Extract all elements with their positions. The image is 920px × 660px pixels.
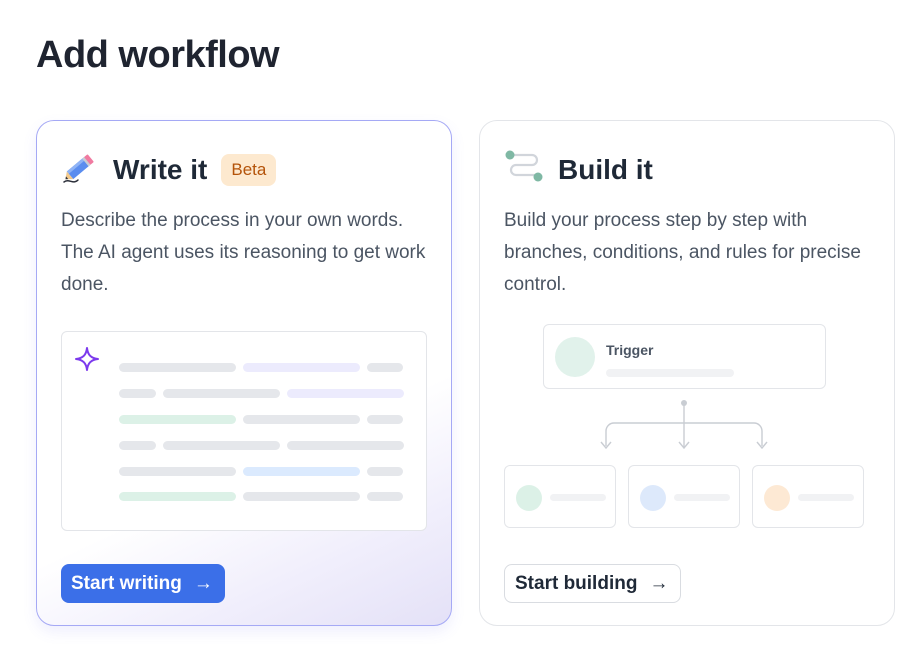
page-title: Add workflow [36, 34, 280, 76]
branch-node-line [550, 494, 606, 501]
build-it-title: Build it [558, 153, 653, 185]
branch-node [752, 465, 864, 528]
write-it-card[interactable]: Write it Beta Describe the process in yo… [36, 120, 452, 626]
preview-line [119, 389, 404, 398]
start-writing-label: Start writing [71, 572, 182, 594]
beta-badge: Beta [221, 153, 277, 186]
branch-node [504, 465, 616, 528]
build-it-card[interactable]: Build it Build your process step by step… [479, 120, 895, 626]
branch-node-circle [516, 485, 542, 511]
start-building-button[interactable]: Start building → [504, 564, 682, 603]
branch-node-line [674, 494, 730, 501]
trigger-placeholder-line [606, 369, 734, 377]
branch-connectors [600, 400, 768, 450]
build-it-header: Build it [504, 147, 653, 192]
trigger-node: Trigger [543, 324, 826, 389]
preview-line [119, 363, 403, 372]
write-it-title: Write it [113, 153, 208, 185]
branch-node-circle [640, 485, 666, 511]
branch-node-line [798, 494, 854, 501]
arrow-right-icon: → [649, 572, 669, 594]
branch-node [628, 465, 740, 528]
start-writing-button[interactable]: Start writing → [61, 564, 225, 603]
arrow-right-icon: → [193, 572, 213, 594]
workflow-icon [504, 147, 544, 192]
trigger-circle [555, 337, 595, 377]
write-it-header: Write it Beta [61, 147, 277, 192]
trigger-label: Trigger [606, 342, 654, 358]
sparkle-icon [74, 346, 100, 372]
start-building-label: Start building [515, 572, 638, 594]
preview-line [119, 467, 403, 476]
pencil-icon [61, 147, 99, 192]
build-it-description: Build your process step by step with bra… [504, 210, 861, 295]
write-it-description: Describe the process in your own words. … [61, 210, 426, 295]
write-preview [61, 331, 427, 531]
branch-node-circle [764, 485, 790, 511]
preview-line [119, 441, 404, 450]
preview-line [119, 492, 403, 501]
preview-line [119, 415, 403, 424]
